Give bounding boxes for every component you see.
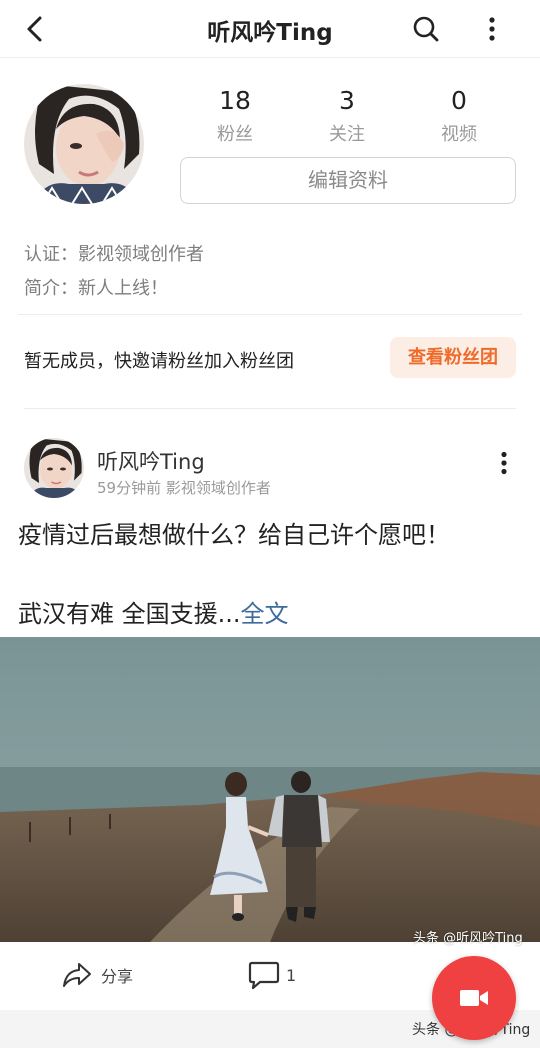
- video-camera-icon: [460, 990, 488, 1006]
- full-text-link[interactable]: 全文: [241, 600, 289, 628]
- verification-text: 认证：影视领域创作者: [24, 244, 204, 265]
- chevron-left-icon: [27, 16, 42, 42]
- more-vertical-icon: [489, 17, 495, 41]
- divider: [18, 314, 522, 315]
- fan-group-text: 暂无成员，快邀请粉丝加入粉丝团: [24, 351, 294, 372]
- search-button[interactable]: [408, 11, 444, 47]
- stat-fans-count: 18: [219, 86, 251, 115]
- divider: [24, 408, 516, 409]
- stat-following[interactable]: 3 关注: [297, 86, 397, 146]
- stat-fans-label: 粉丝: [217, 124, 253, 145]
- comment-button[interactable]: 1: [248, 958, 296, 992]
- comment-count: 1: [286, 965, 297, 985]
- profile-avatar[interactable]: [24, 84, 144, 204]
- stat-following-label: 关注: [329, 124, 365, 145]
- stat-videos-count: 0: [451, 86, 467, 115]
- back-button[interactable]: [18, 12, 52, 46]
- post-author-name[interactable]: 听风吟Ting: [97, 446, 205, 476]
- post-text-excerpt: 武汉有难 全国支援...: [18, 600, 241, 628]
- post-author-avatar[interactable]: [24, 438, 84, 498]
- bio-text: 简介：新人上线！: [24, 278, 168, 299]
- edit-profile-button[interactable]: 编辑资料: [180, 157, 516, 204]
- post-more-button[interactable]: [490, 448, 518, 478]
- share-button[interactable]: 分享: [62, 958, 133, 992]
- share-icon: [63, 963, 91, 987]
- image-watermark: 头条 @听风吟Ting: [413, 931, 523, 946]
- view-fan-group-button[interactable]: 查看粉丝团: [390, 337, 516, 378]
- stat-following-count: 3: [339, 86, 355, 115]
- post-text-line-2: 武汉有难 全国支援...全文: [18, 594, 289, 629]
- comment-icon: [248, 961, 280, 990]
- more-button[interactable]: [476, 11, 508, 47]
- share-label: 分享: [101, 967, 134, 986]
- post-image[interactable]: [0, 637, 540, 942]
- more-vertical-icon: [501, 451, 507, 475]
- stat-videos[interactable]: 0 视频: [409, 86, 509, 146]
- post-text-line-1: 疫情过后最想做什么？给自己许个愿吧！: [18, 521, 450, 549]
- record-video-button[interactable]: [432, 956, 516, 1040]
- stat-fans[interactable]: 18 粉丝: [185, 86, 285, 146]
- page-title: 听风吟Ting: [207, 20, 333, 46]
- search-icon: [413, 16, 439, 42]
- post-meta: 59分钟前 影视领域创作者: [97, 479, 271, 497]
- top-bar: 听风吟Ting: [0, 0, 540, 58]
- stat-videos-label: 视频: [441, 124, 477, 145]
